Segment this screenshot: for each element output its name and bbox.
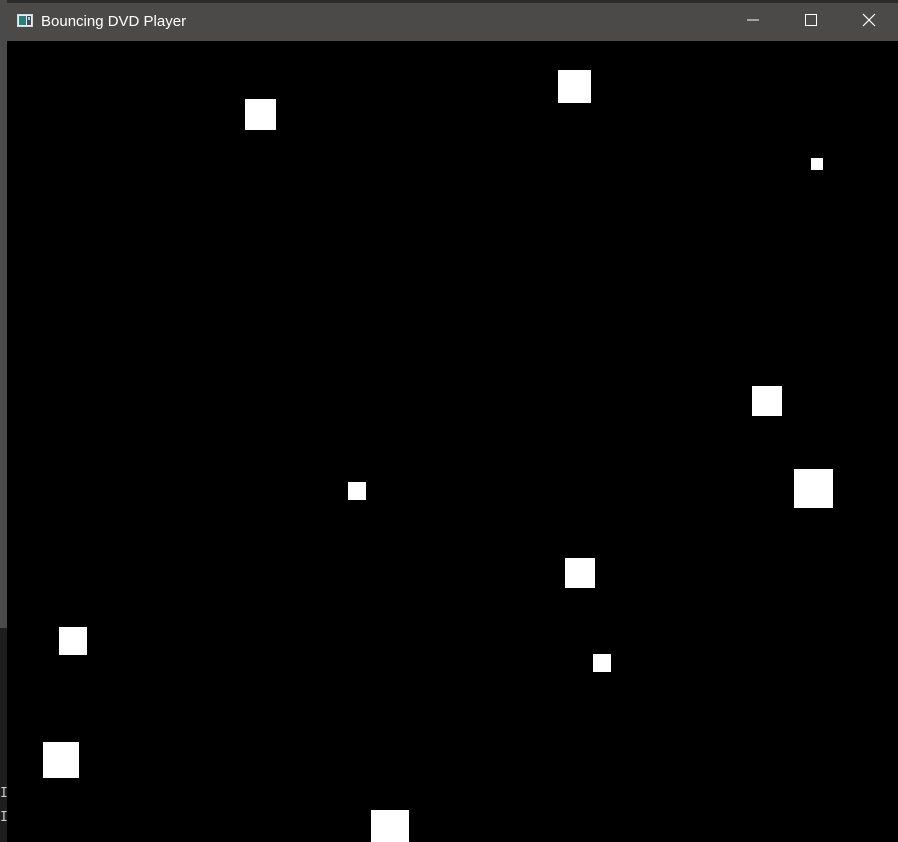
- bouncing-square: [43, 742, 79, 778]
- bouncing-square: [565, 558, 595, 588]
- title-bar[interactable]: Bouncing DVD Player: [7, 3, 898, 41]
- desktop-window-behind: [0, 0, 7, 628]
- app-icon: [17, 14, 33, 27]
- desktop-terminal-behind: [0, 628, 7, 842]
- minimize-button[interactable]: [724, 3, 782, 41]
- desktop-background: I I: [0, 0, 7, 842]
- terminal-glyph: I: [0, 811, 7, 824]
- bouncing-square: [558, 70, 591, 103]
- bouncing-square: [593, 654, 611, 672]
- maximize-icon: [805, 13, 817, 31]
- minimize-icon: [747, 13, 759, 31]
- bouncing-square: [371, 810, 409, 842]
- terminal-glyph: I: [0, 787, 7, 800]
- close-button[interactable]: [840, 3, 898, 41]
- bouncing-square: [348, 482, 366, 500]
- bouncing-square: [59, 627, 87, 655]
- animation-canvas: [7, 41, 898, 842]
- bouncing-square: [794, 469, 833, 508]
- close-icon: [862, 13, 876, 32]
- bouncing-square: [752, 386, 782, 416]
- window-title: Bouncing DVD Player: [41, 13, 187, 30]
- bouncing-square: [245, 99, 276, 130]
- app-window: Bouncing DVD Player: [7, 3, 898, 842]
- maximize-button[interactable]: [782, 3, 840, 41]
- bouncing-square: [811, 158, 823, 170]
